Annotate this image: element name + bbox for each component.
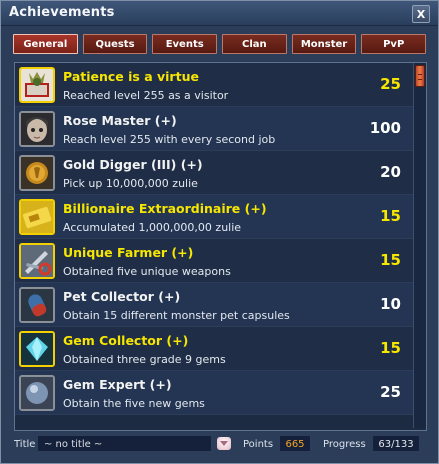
points-value: 665 bbox=[279, 435, 311, 452]
achievement-description: Pick up 10,000,000 zulie bbox=[63, 177, 198, 190]
face-portrait-icon bbox=[19, 111, 55, 147]
achievement-row[interactable]: Patience is a virtue Reached level 255 a… bbox=[15, 63, 413, 107]
achievement-points: 15 bbox=[380, 251, 401, 269]
window-title: Achievements bbox=[9, 5, 115, 20]
tab-quests[interactable]: Quests bbox=[82, 34, 148, 54]
round-gem-icon bbox=[19, 375, 55, 411]
gold-coin-icon bbox=[19, 155, 55, 191]
close-button[interactable]: X bbox=[412, 5, 430, 23]
achievement-description: Reach level 255 with every second job bbox=[63, 133, 276, 146]
window-titlebar[interactable]: Achievements X bbox=[1, 1, 438, 26]
achievement-description: Obtained five unique weapons bbox=[63, 265, 231, 278]
achievements-window: Achievements X General Quests Events Cla… bbox=[0, 0, 439, 464]
tab-clan[interactable]: Clan bbox=[222, 34, 287, 54]
achievement-row[interactable]: Billionaire Extraordinaire (+) Accumulat… bbox=[15, 195, 413, 239]
tab-pvp[interactable]: PvP bbox=[361, 34, 427, 54]
scrollbar-thumb[interactable] bbox=[415, 65, 425, 87]
achievement-name: Rose Master (+) bbox=[63, 113, 177, 128]
title-label: Title bbox=[14, 439, 36, 450]
achievement-list[interactable]: Patience is a virtue Reached level 255 a… bbox=[14, 62, 427, 431]
title-select[interactable]: ~ no title ~ bbox=[37, 435, 212, 452]
achievement-row[interactable]: Unique Farmer (+) Obtained five unique w… bbox=[15, 239, 413, 283]
achievement-name: Billionaire Extraordinaire (+) bbox=[63, 201, 267, 216]
progress-label: Progress bbox=[323, 439, 366, 450]
achievement-points: 25 bbox=[380, 383, 401, 401]
achievement-description: Obtain the five new gems bbox=[63, 397, 205, 410]
pet-capsule-icon bbox=[19, 287, 55, 323]
achievement-points: 15 bbox=[380, 207, 401, 225]
achievement-row[interactable]: Rose Master (+) Reach level 255 with eve… bbox=[15, 107, 413, 151]
achievement-row[interactable]: Gem Collector (+) Obtained three grade 9… bbox=[15, 327, 413, 371]
achievement-name: Gem Collector (+) bbox=[63, 333, 189, 348]
chevron-down-icon[interactable] bbox=[217, 437, 231, 450]
achievement-name: Patience is a virtue bbox=[63, 69, 199, 84]
treasure-ticket-icon bbox=[19, 199, 55, 235]
gem-icon bbox=[19, 331, 55, 367]
achievement-name: Gold Digger (III) (+) bbox=[63, 157, 203, 172]
tab-monster[interactable]: Monster bbox=[291, 34, 357, 54]
achievement-row[interactable]: Gem Expert (+) Obtain the five new gems … bbox=[15, 371, 413, 415]
achievement-description: Reached level 255 as a visitor bbox=[63, 89, 229, 102]
achievement-name: Unique Farmer (+) bbox=[63, 245, 194, 260]
achievement-points: 100 bbox=[369, 119, 401, 137]
achievement-points: 25 bbox=[380, 75, 401, 93]
achievement-name: Gem Expert (+) bbox=[63, 377, 172, 392]
status-footer: Title ~ no title ~ Points 665 Progress 6… bbox=[1, 431, 438, 461]
cage-creature-icon bbox=[19, 67, 55, 103]
weapons-icon bbox=[19, 243, 55, 279]
achievement-description: Obtain 15 different monster pet capsules bbox=[63, 309, 290, 322]
close-icon: X bbox=[416, 7, 426, 21]
achievement-name: Pet Collector (+) bbox=[63, 289, 181, 304]
achievement-points: 10 bbox=[380, 295, 401, 313]
progress-value: 63/133 bbox=[372, 435, 420, 452]
achievement-points: 20 bbox=[380, 163, 401, 181]
achievement-description: Accumulated 1,000,000,00 zulie bbox=[63, 221, 242, 234]
list-scrollbar[interactable] bbox=[413, 63, 426, 428]
achievement-description: Obtained three grade 9 gems bbox=[63, 353, 226, 366]
tab-events[interactable]: Events bbox=[152, 34, 218, 54]
points-label: Points bbox=[243, 439, 274, 450]
tab-general[interactable]: General bbox=[13, 34, 78, 54]
category-tabs: General Quests Events Clan Monster PvP bbox=[13, 34, 427, 54]
achievement-row[interactable]: Pet Collector (+) Obtain 15 different mo… bbox=[15, 283, 413, 327]
achievement-points: 15 bbox=[380, 339, 401, 357]
achievement-row[interactable]: Gold Digger (III) (+) Pick up 10,000,000… bbox=[15, 151, 413, 195]
